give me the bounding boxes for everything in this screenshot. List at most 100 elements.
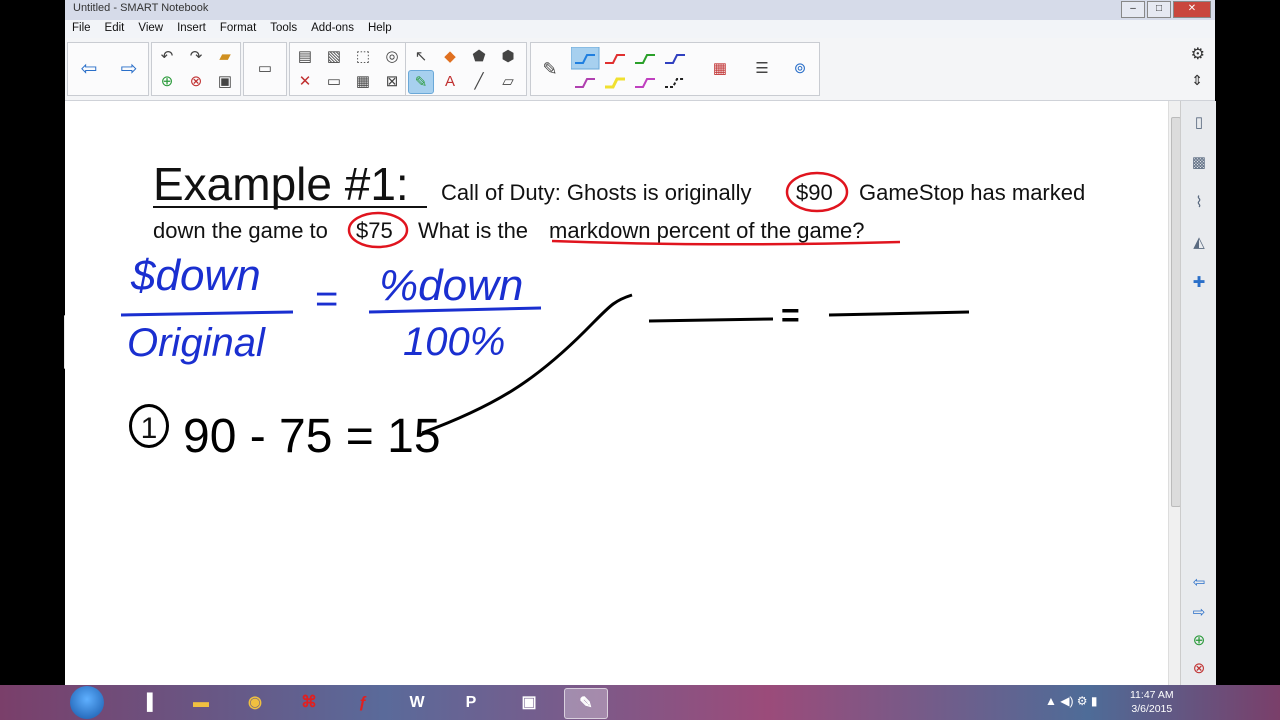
gallery-icon[interactable]: ▩ — [1187, 151, 1211, 175]
clock-time: 11:47 AM — [1130, 689, 1174, 701]
menu-add-ons[interactable]: Add-ons — [304, 20, 361, 38]
notebook-page[interactable]: Example #1: Call of Duty: Ghosts is orig… — [65, 101, 1168, 685]
file-folder-icon[interactable]: ▬ — [180, 688, 222, 717]
menu-help[interactable]: Help — [361, 20, 399, 38]
screen-group: ▭ — [243, 42, 287, 96]
select-icon[interactable]: ↖ — [408, 45, 434, 69]
smart-notebook-window: Untitled - SMART Notebook – □ ✕ File Edi… — [65, 0, 1216, 685]
clock-date: 3/6/2015 — [1131, 703, 1173, 715]
creative-pen-icon[interactable]: ✎ — [408, 70, 434, 94]
system-tray[interactable]: ▲ ◀) ⚙ ▮ — [1045, 694, 1097, 708]
example-heading: Example #1: — [153, 158, 409, 210]
color-palette-icon[interactable]: ▦ — [707, 57, 733, 81]
blank-left — [648, 317, 774, 323]
hundred-percent-label: 100% — [403, 320, 506, 364]
forward-icon[interactable]: ⇨ — [116, 57, 142, 81]
menu-file[interactable]: File — [65, 20, 98, 38]
acrobat-icon[interactable]: ⌘ — [288, 688, 330, 717]
taskbar: ▐ ▬ ◉ ⌘ ƒ W P ▣ ✎ ▲ ◀) ⚙ ▮ 11:47 AM 3/6/… — [0, 685, 1280, 720]
menu-edit[interactable]: Edit — [98, 20, 132, 38]
flash-icon[interactable]: ƒ — [342, 688, 384, 717]
fraction-equals: = — [315, 277, 339, 321]
delete-page-side-icon[interactable]: ⊗ — [1187, 657, 1211, 681]
problem-line2: down the game to — [153, 218, 328, 243]
magic-pen-icon[interactable]: ◆ — [437, 45, 463, 69]
powerpoint-icon[interactable]: P — [450, 688, 492, 717]
menu-bar: File Edit View Insert Format Tools Add-o… — [65, 20, 1215, 38]
gear-icon[interactable]: ⚙ — [1191, 44, 1205, 64]
page-sorter-icon[interactable]: ▯ — [1187, 111, 1211, 135]
toolbar: ⇦ ⇨ ↶ ↷ ▰ ⊕ ⊗ ▣ ▭ ▤ ▧ ⬚ ◎ ✕ ▭ ▦ ⊠ ↖ ◆ ⬟ — [65, 38, 1215, 101]
app-window-icon[interactable]: ▣ — [508, 688, 550, 717]
menu-view[interactable]: View — [131, 20, 170, 38]
toolbar-position-icon[interactable]: ⇕ — [1191, 72, 1203, 89]
display-icon[interactable]: ▭ — [321, 70, 347, 94]
side-tabs: ▯ ▩ ⌇ ◭ ✚ ⇦ ⇨ ⊕ ⊗ — [1180, 101, 1216, 685]
question-text: What is the — [418, 218, 529, 243]
blank-right — [828, 310, 970, 317]
edit-group: ↶ ↷ ▰ ⊕ ⊗ ▣ — [151, 42, 241, 96]
original-label: Original — [127, 321, 265, 365]
save-icon[interactable]: ▣ — [212, 70, 238, 94]
add-page-side-icon[interactable]: ⊕ — [1187, 629, 1211, 653]
left-fraction-bar — [120, 310, 294, 317]
menu-tools[interactable]: Tools — [263, 20, 304, 38]
previous-page-icon[interactable]: ⇦ — [1187, 571, 1211, 595]
question-underlined-text: markdown percent of the game? — [549, 218, 865, 243]
nav-group: ⇦ ⇨ — [67, 42, 149, 96]
chrome-icon[interactable]: ◉ — [234, 688, 276, 717]
table-icon[interactable]: ▦ — [350, 70, 376, 94]
close-button[interactable]: ✕ — [1173, 1, 1211, 18]
clock[interactable]: 11:47 AM 3/6/2015 — [1130, 688, 1174, 716]
step-subtraction: 90 - 75 = 15 — [183, 410, 441, 463]
delete-page-icon[interactable]: ⊗ — [183, 70, 209, 94]
pen-icon[interactable]: ✎ — [537, 57, 563, 81]
word-icon[interactable]: W — [396, 688, 438, 717]
shape-recognition-icon[interactable]: ⬟ — [466, 45, 492, 69]
document-camera-icon[interactable]: ◎ — [379, 45, 405, 69]
window-title: Untitled - SMART Notebook — [73, 2, 209, 14]
original-price: $90 — [796, 180, 833, 205]
tools-group: ↖ ◆ ⬟ ⬢ ✎ A ╱ ▱ — [405, 42, 527, 96]
eraser-icon[interactable]: ▱ — [495, 70, 521, 94]
add-ons-icon[interactable]: ✚ — [1187, 271, 1211, 295]
pen-color-swatches[interactable] — [571, 47, 701, 95]
new-price: $75 — [356, 218, 393, 243]
properties-icon[interactable]: ◭ — [1187, 231, 1211, 255]
menu-format[interactable]: Format — [213, 20, 263, 38]
windows-explorer-icon[interactable]: ▐ — [126, 688, 168, 717]
blank-equals: = — [781, 297, 800, 333]
problem-line1: Call of Duty: Ghosts is originally — [441, 180, 752, 205]
back-icon[interactable]: ⇦ — [76, 57, 102, 81]
menu-insert[interactable]: Insert — [170, 20, 213, 38]
capture-icon[interactable]: ▧ — [321, 45, 347, 69]
clear-icon[interactable]: ⊠ — [379, 70, 405, 94]
right-desktop-edge — [1215, 0, 1280, 685]
maximize-button[interactable]: □ — [1147, 1, 1171, 18]
redo-icon[interactable]: ↷ — [183, 45, 209, 69]
undo-icon[interactable]: ↶ — [154, 45, 180, 69]
open-icon[interactable]: ▰ — [212, 45, 238, 69]
add-page-icon[interactable]: ⊕ — [154, 70, 180, 94]
full-screen-icon[interactable]: ⬚ — [350, 45, 376, 69]
minimize-button[interactable]: – — [1121, 1, 1145, 18]
cut-icon[interactable]: ✕ — [292, 70, 318, 94]
step-number: 1 — [129, 404, 169, 448]
left-desktop-edge: »▦ — [0, 0, 90, 685]
link-icon[interactable]: ⊚ — [787, 57, 813, 81]
paste-icon[interactable]: ▤ — [292, 45, 318, 69]
line-style-icon[interactable]: ☰ — [749, 57, 775, 81]
problem-line1-end: GameStop has marked — [859, 180, 1086, 205]
start-button[interactable] — [70, 686, 104, 719]
percent-down-label: %down — [379, 261, 524, 310]
insert-group: ▤ ▧ ⬚ ◎ ✕ ▭ ▦ ⊠ — [289, 42, 409, 96]
next-page-icon[interactable]: ⇨ — [1187, 601, 1211, 625]
fill-icon[interactable]: ⬢ — [495, 45, 521, 69]
screen-shade-icon[interactable]: ▭ — [252, 57, 278, 81]
text-icon[interactable]: A — [437, 70, 463, 94]
smart-notebook-icon[interactable]: ✎ — [564, 688, 608, 719]
line-icon[interactable]: ╱ — [466, 70, 492, 94]
attachments-icon[interactable]: ⌇ — [1187, 191, 1211, 215]
pen-group: ✎ ▦ ☰ ⊚ — [530, 42, 820, 96]
dollar-down-label: $down — [131, 251, 261, 300]
